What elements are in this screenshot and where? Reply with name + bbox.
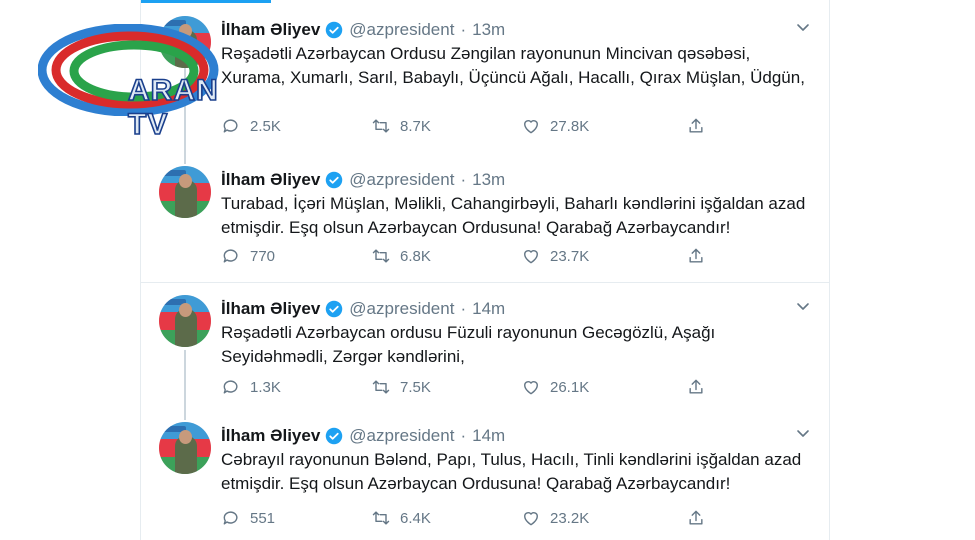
tweet-text: Cəbrayıl rayonunun Bələnd, Papı, Tulus, … (221, 450, 802, 493)
tweet-time[interactable]: 14m (472, 299, 505, 319)
separator-dot: · (460, 426, 467, 445)
tweet-2[interactable]: İlham Əliyev @azpresident · 13m Turabad,… (141, 154, 829, 284)
author-name[interactable]: İlham Əliyev (221, 170, 320, 190)
tweet-4[interactable]: İlham Əliyev @azpresident · 14m Cəbrayıl… (141, 410, 829, 540)
verified-badge-icon (326, 427, 343, 445)
share-icon (689, 379, 703, 394)
tweet-header: İlham Əliyev @azpresident · 14m (221, 297, 505, 321)
retweet-count: 6.8K (400, 247, 431, 265)
tweet-header: İlham Əliyev @azpresident · 14m (221, 424, 505, 448)
tweet-actions: 551 6.4K 23.2K (221, 508, 721, 528)
reply-button[interactable]: 551 (221, 508, 275, 528)
like-button[interactable]: 27.8K (521, 116, 589, 136)
tweet-actions: 1.3K 7.5K 26.1K (221, 377, 721, 397)
reply-count: 1.3K (250, 378, 281, 396)
like-count: 27.8K (550, 117, 590, 135)
retweet-button[interactable]: 8.7K (371, 116, 431, 136)
reply-count: 770 (250, 247, 276, 265)
retweet-icon (372, 511, 390, 525)
share-button[interactable] (686, 508, 715, 528)
like-button[interactable]: 23.7K (521, 246, 589, 266)
like-count: 26.1K (550, 378, 590, 396)
tweet-time[interactable]: 14m (472, 426, 505, 446)
reply-count: 551 (250, 509, 276, 527)
separator-dot: · (460, 170, 467, 189)
like-icon (524, 381, 538, 395)
author-name[interactable]: İlham Əliyev (221, 299, 320, 319)
retweet-button[interactable]: 6.8K (371, 246, 431, 266)
like-count: 23.7K (550, 247, 590, 265)
tweet-3[interactable]: İlham Əliyev @azpresident · 14m Rəşadətl… (141, 282, 829, 413)
tweet-text: Rəşadətli Azərbaycan Ordusu Zəngilan ray… (221, 44, 805, 87)
tweet-header: İlham Əliyev @azpresident · 13m (221, 18, 505, 42)
retweet-icon (372, 249, 390, 263)
tweet-header: İlham Əliyev @azpresident · 13m (221, 168, 505, 192)
separator-dot: · (460, 20, 467, 39)
avatar[interactable] (159, 295, 211, 347)
author-handle[interactable]: @azpresident (349, 426, 454, 446)
reply-icon (223, 511, 238, 525)
author-handle[interactable]: @azpresident (349, 170, 454, 190)
tweet-timeline: İlham Əliyev @azpresident · 13m Rəşadətl… (140, 0, 830, 540)
share-button[interactable] (686, 116, 715, 136)
logo-text: ARAN TV (127, 73, 219, 142)
tweet-time[interactable]: 13m (472, 170, 505, 190)
verified-badge-icon (326, 300, 343, 318)
avatar[interactable] (159, 422, 211, 474)
share-icon (689, 118, 703, 133)
like-count: 23.2K (550, 509, 590, 527)
author-handle[interactable]: @azpresident (349, 20, 454, 40)
tweet-1[interactable]: İlham Əliyev @azpresident · 13m Rəşadətl… (141, 4, 829, 136)
reply-button[interactable]: 1.3K (221, 377, 281, 397)
like-button[interactable]: 23.2K (521, 508, 589, 528)
tweet-actions: 2.5K 8.7K 27.8K (221, 116, 721, 136)
tweet-actions: 770 6.8K 23.7K (221, 246, 721, 266)
share-button[interactable] (686, 246, 715, 266)
retweet-icon (372, 380, 390, 394)
tweet-text: Turabad, İçəri Müşlan, Məlikli, Cahangir… (221, 194, 806, 237)
reply-icon (223, 249, 238, 263)
retweet-button[interactable]: 7.5K (371, 377, 431, 397)
retweet-button[interactable]: 6.4K (371, 508, 431, 528)
like-icon (524, 512, 538, 526)
like-button[interactable]: 26.1K (521, 377, 589, 397)
aran-tv-logo: ARAN TV (37, 23, 243, 142)
like-icon (524, 250, 538, 264)
avatar[interactable] (159, 166, 211, 218)
author-handle[interactable]: @azpresident (349, 299, 454, 319)
share-icon (689, 248, 703, 263)
tweet-text: Rəşadətli Azərbaycan ordusu Füzuli rayon… (221, 323, 716, 366)
retweet-count: 6.4K (400, 509, 431, 527)
share-button[interactable] (686, 377, 715, 397)
reply-button[interactable]: 770 (221, 246, 275, 266)
tweet-time[interactable]: 13m (472, 20, 505, 40)
author-name[interactable]: İlham Əliyev (221, 426, 320, 446)
chevron-down-icon[interactable] (795, 20, 811, 36)
retweet-count: 8.7K (400, 117, 431, 135)
chevron-down-icon[interactable] (795, 299, 811, 315)
active-tab-indicator (141, 0, 271, 3)
reply-count: 2.5K (250, 117, 281, 135)
reply-icon (223, 380, 238, 394)
separator-dot: · (460, 299, 467, 318)
share-icon (689, 510, 703, 525)
verified-badge-icon (326, 21, 343, 39)
retweet-icon (372, 119, 390, 133)
retweet-count: 7.5K (400, 378, 431, 396)
chevron-down-icon[interactable] (795, 426, 811, 442)
like-icon (524, 120, 538, 134)
verified-badge-icon (326, 171, 343, 189)
